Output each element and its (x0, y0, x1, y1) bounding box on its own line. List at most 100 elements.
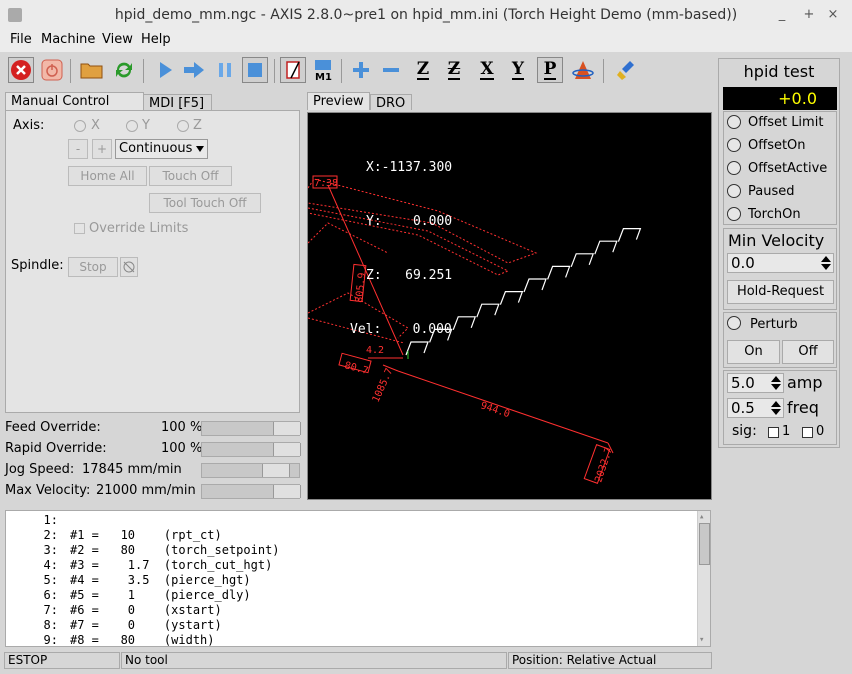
tab-mdi[interactable]: MDI [F5] (143, 94, 212, 111)
amp-spinbox[interactable]: 5.0 (727, 373, 784, 393)
sig-label: sig: (732, 423, 757, 439)
menu-machine[interactable]: Machine (41, 32, 95, 47)
gcode-line-number: 9: (43, 633, 58, 647)
gcode-line[interactable]: 2: #1 = 10 (rpt_ct) (6, 528, 222, 542)
scroll-up-icon[interactable]: ▴ (699, 512, 704, 522)
gcode-line[interactable]: 5: #4 = 3.5 (pierce_hgt) (6, 573, 251, 587)
open-button[interactable] (79, 57, 105, 83)
jog-mode-select[interactable]: Continuous (115, 139, 208, 159)
close-button[interactable]: × (824, 6, 842, 24)
axis-y-radio[interactable] (126, 120, 138, 132)
rapid-override-label: Rapid Override: (5, 441, 107, 456)
stop-button[interactable] (242, 57, 268, 83)
menu-view[interactable]: View (102, 32, 133, 47)
gcode-line[interactable]: 3: #2 = 80 (torch_setpoint) (6, 543, 280, 557)
view-y-button[interactable]: Y (505, 57, 531, 83)
freq-up-icon[interactable] (771, 401, 781, 407)
tab-dro[interactable]: DRO (370, 94, 412, 111)
view-p-button[interactable]: P (537, 57, 563, 83)
gcode-line[interactable]: 4: #3 = 1.7 (torch_cut_hgt) (6, 558, 273, 572)
spindle-brake-button[interactable] (120, 257, 138, 277)
rotate-button[interactable] (570, 57, 596, 83)
view-z-button[interactable]: Z (410, 57, 436, 83)
reload-button[interactable] (111, 57, 137, 83)
override-limits-label: Override Limits (89, 221, 189, 236)
spin-up-icon[interactable] (821, 256, 831, 262)
zoom-out-button[interactable] (378, 57, 404, 83)
gcode-listing[interactable]: 1: 2: #1 = 10 (rpt_ct) 3: #2 = 80 (torch_set… (5, 510, 711, 647)
amp-down-icon[interactable] (771, 384, 781, 390)
sig0-checkbox[interactable] (802, 427, 813, 438)
stop-icon (248, 63, 262, 77)
touch-off-icon (286, 61, 300, 79)
dim-a: 7.38 (314, 178, 338, 189)
menu-file[interactable]: File (10, 32, 32, 47)
menu-help[interactable]: Help (141, 32, 171, 47)
view-z2-button[interactable]: Z (441, 57, 467, 83)
estop-button[interactable] (8, 57, 34, 83)
optional-stop-button[interactable]: M1 (310, 57, 336, 83)
freq-spinbox[interactable]: 0.5 (727, 398, 784, 418)
perturb-off-button[interactable]: Off (782, 340, 834, 364)
gcode-line[interactable]: 8: #7 = 0 (ystart) (6, 618, 222, 632)
max-velocity-slider[interactable] (201, 484, 301, 499)
clear-live-plot-button[interactable] (614, 57, 640, 83)
perturb-led (727, 316, 741, 330)
minimize-button[interactable]: _ (773, 6, 791, 24)
feed-override-slider[interactable] (201, 421, 301, 436)
sig1-checkbox[interactable] (768, 427, 779, 438)
gcode-line[interactable]: 7: #6 = 0 (xstart) (6, 603, 222, 617)
led-offset-active-label: OffsetActive (748, 161, 828, 176)
jog-plus-button[interactable]: + (92, 139, 112, 159)
touch-off-button[interactable]: Touch Off (149, 166, 232, 186)
gcode-line[interactable]: 6: #5 = 1 (pierce_dly) (6, 588, 251, 602)
pause-button[interactable] (212, 57, 238, 83)
run-button[interactable] (152, 57, 178, 83)
scroll-down-icon[interactable]: ▾ (699, 635, 704, 645)
override-limits-checkbox[interactable] (74, 223, 85, 234)
m1-label: M1 (315, 72, 332, 81)
freq-down-icon[interactable] (771, 409, 781, 415)
brake-icon (123, 261, 135, 273)
gcode-line[interactable]: 9: #8 = 80 (width) (6, 633, 215, 647)
jog-speed-slider[interactable] (201, 463, 300, 478)
axis-x-radio[interactable] (74, 120, 86, 132)
home-all-button[interactable]: Home All (68, 166, 147, 186)
dro-overlay: X:-1137.300 Y: 0.000 Z: 69.251 Vel: 0.00… (350, 123, 453, 375)
gcode-line-text: #3 = 1.7 (torch_cut_hgt) (70, 558, 273, 572)
tab-preview[interactable]: Preview (307, 92, 370, 110)
perturb-label: Perturb (750, 317, 798, 332)
amp-label: amp (787, 373, 823, 392)
toolpath-step (523, 278, 547, 293)
perturb-on-button[interactable]: On (727, 340, 780, 364)
gcode-line[interactable]: 1: (6, 513, 70, 527)
rapid-override-slider[interactable] (201, 442, 301, 457)
spindle-stop-button[interactable]: Stop (68, 257, 118, 277)
scrollbar-thumb[interactable] (699, 523, 710, 565)
optional-stop-icon: M1 (315, 60, 332, 81)
hold-request-button[interactable]: Hold-Request (727, 280, 834, 304)
zoom-in-button[interactable] (348, 57, 374, 83)
jog-minus-button[interactable]: - (68, 139, 88, 159)
tool-touch-off-button[interactable]: Tool Touch Off (149, 193, 261, 213)
step-button[interactable] (181, 57, 207, 83)
tab-manual-control[interactable]: Manual Control [F3] (5, 92, 144, 127)
axis-z-radio[interactable] (177, 120, 189, 132)
max-velocity-value: 21000 mm/min (96, 483, 196, 498)
status-estop: ESTOP (4, 652, 120, 669)
dro-x: X:-1137.300 (366, 160, 453, 175)
toolpath-step (476, 303, 500, 318)
gcode-line-text: #4 = 3.5 (pierce_hgt) (70, 573, 251, 587)
preview-canvas[interactable]: 7.38 805.9 80.7 1085.7 944.0 2032.7 4.2 … (307, 112, 712, 500)
power-button[interactable] (39, 57, 65, 83)
min-velocity-spinbox[interactable]: 0.0 (727, 253, 834, 273)
maximize-button[interactable]: + (800, 6, 818, 24)
gcode-scrollbar[interactable]: ▴ ▾ (697, 511, 710, 646)
led-offset-on (727, 138, 741, 152)
spin-down-icon[interactable] (821, 264, 831, 270)
led-offset-limit-label: Offset Limit (748, 115, 824, 130)
gcode-line-text: #8 = 80 (width) (70, 633, 215, 647)
view-x-button[interactable]: X (474, 57, 500, 83)
amp-up-icon[interactable] (771, 376, 781, 382)
block-delete-button[interactable] (280, 57, 306, 83)
